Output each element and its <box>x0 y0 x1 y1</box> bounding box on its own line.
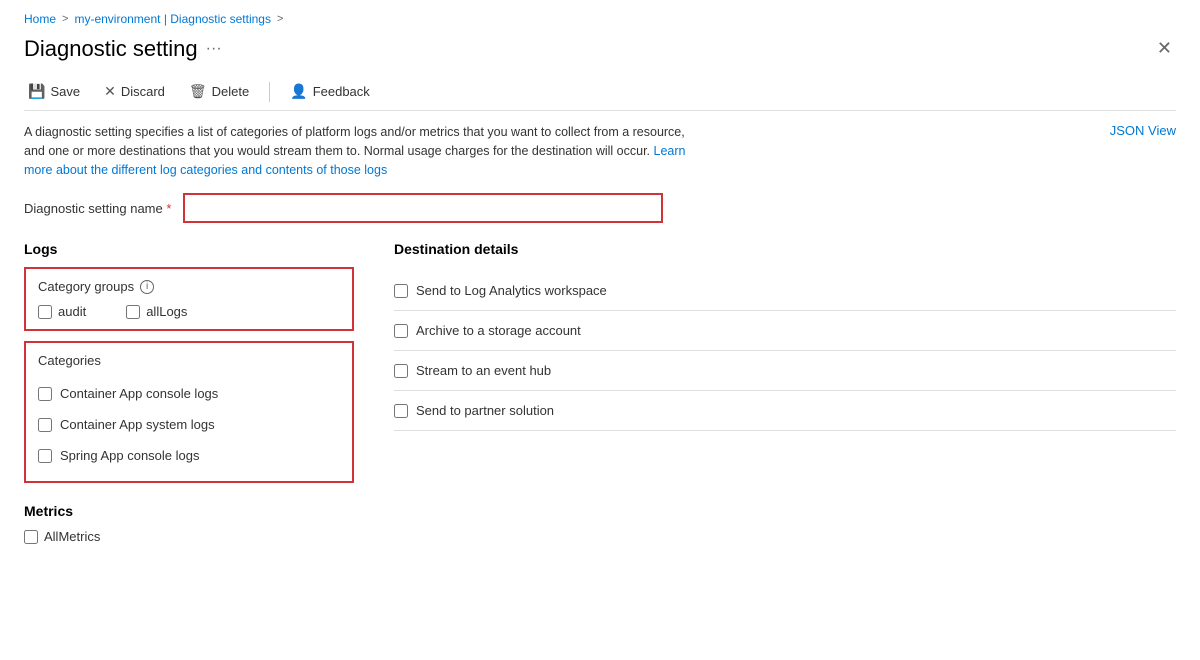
info-text-2: and one or more destinations that you wo… <box>24 144 650 158</box>
toolbar: 💾 Save ✕ Discard 🗑 Delete 👤 Feedback <box>24 73 1176 111</box>
category-groups-checkboxes: audit allLogs <box>38 304 340 319</box>
log-analytics-label: Send to Log Analytics workspace <box>416 283 607 298</box>
event-hub-label: Stream to an event hub <box>416 363 551 378</box>
discard-label: Discard <box>121 84 165 99</box>
page-title: Diagnostic setting <box>24 36 198 62</box>
category-system-logs-label: Container App system logs <box>60 417 215 432</box>
metrics-section: Metrics AllMetrics <box>24 503 354 544</box>
setting-name-label: Diagnostic setting name * <box>24 201 171 216</box>
partner-checkbox[interactable] <box>394 404 408 418</box>
main-content: Logs Category groups i audit allLogs <box>24 241 1176 544</box>
destination-item-storage: Archive to a storage account <box>394 311 1176 351</box>
category-item-system-logs: Container App system logs <box>38 409 340 440</box>
categories-heading: Categories <box>38 353 340 368</box>
all-logs-checkbox-item: allLogs <box>126 304 187 319</box>
info-text: A diagnostic setting specifies a list of… <box>24 123 686 179</box>
destination-item-event-hub: Stream to an event hub <box>394 351 1176 391</box>
save-label: Save <box>50 84 80 99</box>
all-logs-label: allLogs <box>146 304 187 319</box>
category-groups-header: Category groups i <box>38 279 340 294</box>
destination-heading: Destination details <box>394 241 1176 257</box>
feedback-icon: 👤 <box>290 83 307 100</box>
setting-name-input[interactable] <box>183 193 663 223</box>
category-spring-logs-checkbox[interactable] <box>38 449 52 463</box>
json-view-link[interactable]: JSON View <box>1110 123 1176 138</box>
close-button[interactable]: ✕ <box>1153 34 1176 63</box>
breadcrumb: Home > my-environment | Diagnostic setti… <box>24 12 1176 26</box>
destination-item-partner: Send to partner solution <box>394 391 1176 431</box>
category-console-logs-label: Container App console logs <box>60 386 218 401</box>
discard-button[interactable]: ✕ Discard <box>100 81 169 102</box>
event-hub-checkbox[interactable] <box>394 364 408 378</box>
categories-box: Categories Container App console logs Co… <box>24 341 354 483</box>
storage-checkbox[interactable] <box>394 324 408 338</box>
setting-name-row: Diagnostic setting name * <box>24 193 1176 223</box>
log-analytics-checkbox[interactable] <box>394 284 408 298</box>
breadcrumb-sep1: > <box>62 13 68 25</box>
category-system-logs-checkbox[interactable] <box>38 418 52 432</box>
logs-heading: Logs <box>24 241 354 257</box>
metrics-heading: Metrics <box>24 503 354 519</box>
destination-item-log-analytics: Send to Log Analytics workspace <box>394 271 1176 311</box>
delete-label: Delete <box>212 84 250 99</box>
partner-label: Send to partner solution <box>416 403 554 418</box>
storage-label: Archive to a storage account <box>416 323 581 338</box>
audit-checkbox[interactable] <box>38 305 52 319</box>
all-metrics-label: AllMetrics <box>44 529 100 544</box>
save-button[interactable]: 💾 Save <box>24 81 84 102</box>
delete-button[interactable]: 🗑 Delete <box>185 81 253 102</box>
logs-panel: Logs Category groups i audit allLogs <box>24 241 354 544</box>
log-categories-link[interactable]: more about the different log categories … <box>24 163 387 177</box>
audit-label: audit <box>58 304 86 319</box>
info-text-1: A diagnostic setting specifies a list of… <box>24 125 685 139</box>
category-groups-box: Category groups i audit allLogs <box>24 267 354 331</box>
category-item-console-logs: Container App console logs <box>38 378 340 409</box>
breadcrumb-sep2: > <box>277 13 283 25</box>
category-groups-info-icon[interactable]: i <box>140 280 154 294</box>
delete-icon: 🗑 <box>189 83 207 100</box>
category-spring-logs-label: Spring App console logs <box>60 448 199 463</box>
category-groups-label: Category groups <box>38 279 134 294</box>
toolbar-divider <box>269 82 270 102</box>
all-logs-checkbox[interactable] <box>126 305 140 319</box>
feedback-label: Feedback <box>313 84 370 99</box>
title-row: Diagnostic setting ··· ✕ <box>24 34 1176 63</box>
title-more-options[interactable]: ··· <box>206 40 222 58</box>
destination-panel: Destination details Send to Log Analytic… <box>394 241 1176 544</box>
discard-icon: ✕ <box>104 83 116 100</box>
info-section: A diagnostic setting specifies a list of… <box>24 123 1176 179</box>
breadcrumb-environment[interactable]: my-environment | Diagnostic settings <box>74 12 271 26</box>
required-indicator: * <box>166 201 171 216</box>
all-metrics-checkbox[interactable] <box>24 530 38 544</box>
breadcrumb-home[interactable]: Home <box>24 12 56 26</box>
learn-more-link[interactable]: Learn <box>654 144 686 158</box>
feedback-button[interactable]: 👤 Feedback <box>286 81 374 102</box>
category-item-spring-logs: Spring App console logs <box>38 440 340 471</box>
audit-checkbox-item: audit <box>38 304 86 319</box>
save-icon: 💾 <box>28 83 45 100</box>
category-console-logs-checkbox[interactable] <box>38 387 52 401</box>
all-metrics-checkbox-item: AllMetrics <box>24 529 354 544</box>
